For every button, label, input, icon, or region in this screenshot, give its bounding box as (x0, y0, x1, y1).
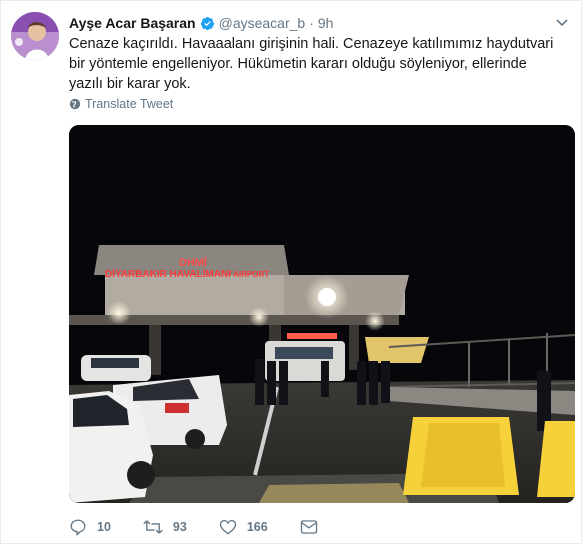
like-count: 166 (246, 520, 268, 534)
airport-sign-line2: DİYARBAKIR HAVALİMANI (105, 267, 231, 280)
tweet-photo[interactable]: DHMİ DİYARBAKIR HAVALİMANI / AIRPORT (69, 125, 575, 503)
globe-icon (69, 98, 81, 110)
direct-message-button[interactable] (300, 519, 328, 535)
retweet-count: 93 (172, 520, 187, 534)
tweet-actions: 10 93 166 (69, 515, 360, 539)
user-name[interactable]: Ayşe Acar Başaran (69, 15, 196, 31)
tweet-timestamp[interactable]: 9h (318, 15, 334, 31)
retweet-button[interactable]: 93 (143, 518, 187, 536)
reply-button[interactable]: 10 (69, 518, 111, 536)
reply-count: 10 (97, 520, 111, 534)
reply-icon (70, 519, 86, 536)
tweet-card: Ayşe Acar Başaran @ayseacar_b · 9h Cenaz… (0, 0, 582, 544)
tweet-header: Ayşe Acar Başaran @ayseacar_b · 9h (69, 13, 551, 33)
airport-sign-line3: / AIRPORT (229, 270, 269, 279)
like-button[interactable]: 166 (219, 518, 268, 536)
envelope-icon (300, 520, 317, 534)
separator-dot: · (309, 15, 314, 31)
heart-icon (219, 519, 236, 535)
airport-sign-line1: DHMİ (179, 256, 207, 269)
retweet-icon (143, 520, 163, 534)
verified-icon (200, 16, 214, 30)
translate-tweet-link[interactable]: Translate Tweet (69, 97, 173, 111)
avatar[interactable] (11, 12, 59, 60)
user-handle[interactable]: @ayseacar_b (219, 15, 306, 31)
translate-label: Translate Tweet (85, 97, 174, 111)
chevron-down-icon[interactable] (555, 15, 569, 29)
tweet-text: Cenaze kaçırıldı. Havaaalanı girişinin h… (69, 36, 554, 92)
